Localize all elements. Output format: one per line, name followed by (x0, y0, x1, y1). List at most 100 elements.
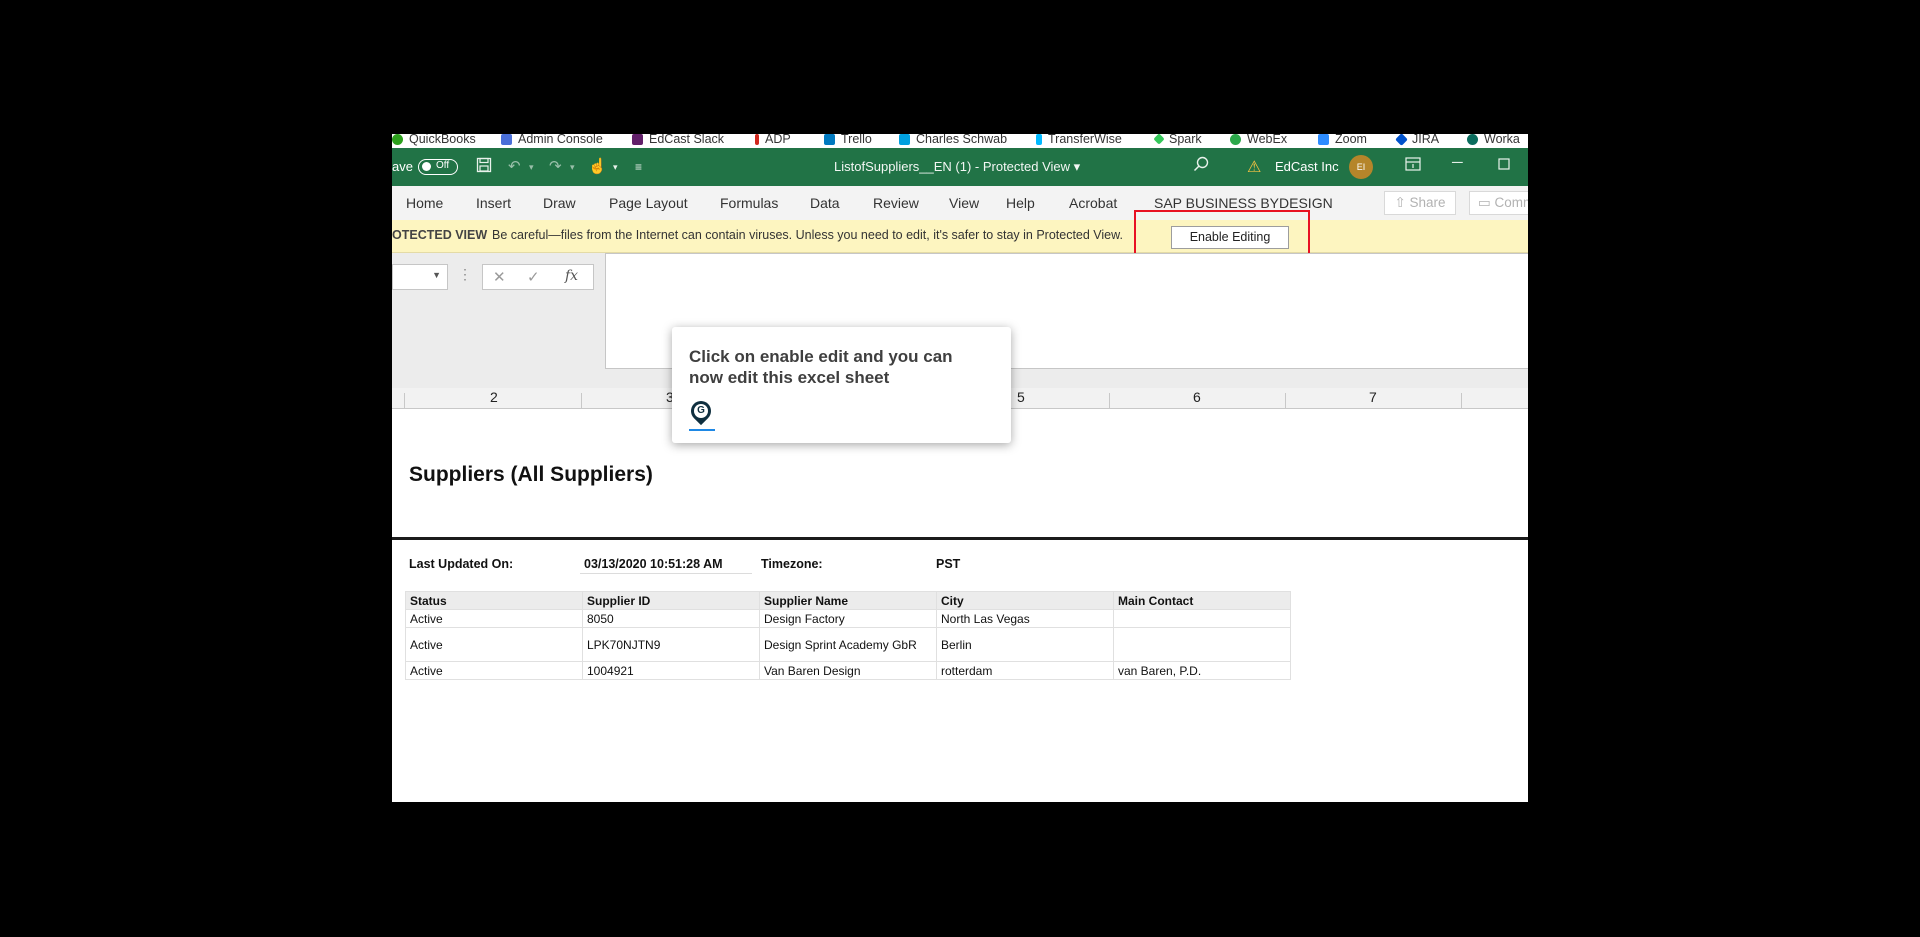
protected-view-bar: OTECTED VIEW Be careful—files from the I… (392, 220, 1528, 253)
name-box[interactable]: ▼ (392, 264, 448, 290)
search-icon[interactable] (1193, 156, 1209, 176)
bookmark-quickbooks[interactable]: QuickBooks (392, 134, 476, 146)
tab-home[interactable]: Home (406, 195, 443, 211)
ribbon-display-options-icon[interactable] (1405, 157, 1421, 175)
bookmark-webex[interactable]: WebEx (1230, 134, 1287, 146)
column-header-6[interactable]: 6 (1193, 389, 1201, 405)
customize-toolbar-icon[interactable]: ≡ (635, 160, 642, 174)
title-bar: ave Off ↶ ▾ ↷ ▾ ☝ ▾ ≡ ListofSuppliers__E… (392, 148, 1528, 186)
formula-actions: ✕ ✓ fx (482, 264, 594, 290)
undo-dropdown-icon[interactable]: ▾ (529, 162, 534, 173)
column-separator (1285, 393, 1286, 408)
timezone-label: Timezone: (761, 557, 823, 571)
header-supplier-name[interactable]: Supplier Name (759, 591, 937, 610)
chevron-down-icon[interactable]: ▼ (432, 270, 441, 280)
cell-city[interactable]: rotterdam (936, 661, 1114, 680)
touch-dropdown-icon[interactable]: ▾ (613, 162, 618, 173)
tab-data[interactable]: Data (810, 195, 840, 211)
column-separator (1109, 393, 1110, 408)
insert-function-icon[interactable]: fx (565, 268, 578, 284)
redo-dropdown-icon[interactable]: ▾ (570, 162, 575, 173)
last-updated-value: 03/13/2020 10:51:28 AM (584, 557, 723, 571)
header-supplier-id[interactable]: Supplier ID (582, 591, 760, 610)
timezone-value: PST (936, 557, 961, 571)
cell-main-contact[interactable]: van Baren, P.D. (1113, 661, 1291, 680)
undo-icon[interactable]: ↶ (508, 157, 521, 175)
tab-draw[interactable]: Draw (543, 195, 576, 211)
tab-help[interactable]: Help (1006, 195, 1035, 211)
protected-view-message: Be careful—files from the Internet can c… (492, 228, 1123, 242)
tab-acrobat[interactable]: Acrobat (1069, 195, 1117, 211)
cell-supplier-name[interactable]: Design Sprint Academy GbR (759, 627, 937, 662)
more-options-icon[interactable]: ⋮ (458, 266, 472, 283)
trello-icon (824, 134, 835, 145)
bookmark-admin-console[interactable]: Admin Console (501, 134, 603, 146)
touch-mode-icon[interactable]: ☝ (588, 157, 607, 175)
bookmark-workato[interactable]: Worka (1467, 134, 1520, 146)
tab-view[interactable]: View (949, 195, 979, 211)
table-row: Active 1004921 Van Baren Design rotterda… (405, 661, 1291, 680)
tab-insert[interactable]: Insert (476, 195, 511, 211)
cell-supplier-name[interactable]: Design Factory (759, 609, 937, 628)
bookmark-zoom[interactable]: Zoom (1318, 134, 1367, 146)
zoom-icon (1318, 134, 1329, 145)
save-icon[interactable] (476, 157, 492, 177)
column-separator (581, 393, 582, 408)
comments-button[interactable]: ▭ Comm (1469, 191, 1528, 215)
slack-icon (632, 134, 643, 145)
autosave-toggle[interactable]: Off (418, 159, 458, 175)
cell-status[interactable]: Active (405, 609, 583, 628)
cell-city[interactable]: North Las Vegas (936, 609, 1114, 628)
header-main-contact[interactable]: Main Contact (1113, 591, 1291, 610)
transferwise-icon (1036, 134, 1042, 145)
header-city[interactable]: City (936, 591, 1114, 610)
org-name: EdCast Inc (1275, 159, 1339, 174)
guide-logo-icon[interactable]: G (686, 396, 716, 426)
warning-icon: ⚠ (1247, 159, 1262, 176)
redo-icon[interactable]: ↷ (549, 157, 562, 175)
minimize-icon[interactable]: ─ (1452, 154, 1463, 171)
bookmark-trello[interactable]: Trello (824, 134, 872, 146)
spark-icon (1153, 134, 1165, 145)
tab-sap-business-bydesign[interactable]: SAP BUSINESS BYDESIGN (1154, 195, 1333, 211)
cell-status[interactable]: Active (405, 627, 583, 662)
share-icon: ⇧ (1394, 195, 1410, 210)
worksheet[interactable]: Suppliers (All Suppliers) Last Updated O… (392, 409, 1528, 802)
confirm-icon[interactable]: ✓ (527, 268, 540, 286)
column-header-5[interactable]: 5 (1017, 389, 1025, 405)
bookmark-transferwise[interactable]: TransferWise (1036, 134, 1122, 146)
tab-formulas[interactable]: Formulas (720, 195, 778, 211)
bookmark-jira[interactable]: JIRA (1395, 134, 1439, 146)
cell-main-contact[interactable] (1113, 627, 1291, 662)
cell-main-contact[interactable] (1113, 609, 1291, 628)
column-header-2[interactable]: 2 (490, 389, 498, 405)
cell-supplier-id[interactable]: LPK70NJTN9 (582, 627, 760, 662)
jira-icon (1395, 134, 1408, 146)
schwab-icon (899, 134, 910, 145)
cell-city[interactable]: Berlin (936, 627, 1114, 662)
cell-supplier-id[interactable]: 8050 (582, 609, 760, 628)
tab-review[interactable]: Review (873, 195, 919, 211)
quickbooks-icon (392, 134, 403, 145)
cell-supplier-id[interactable]: 1004921 (582, 661, 760, 680)
avatar[interactable]: EI (1349, 155, 1373, 179)
cancel-icon[interactable]: ✕ (493, 268, 506, 286)
table-row: Active LPK70NJTN9 Design Sprint Academy … (405, 627, 1291, 662)
header-status[interactable]: Status (405, 591, 583, 610)
bookmark-spark[interactable]: Spark (1153, 134, 1202, 146)
bookmark-charles-schwab[interactable]: Charles Schwab (899, 134, 1007, 146)
bookmark-edcast-slack[interactable]: EdCast Slack (632, 134, 724, 146)
column-separator (1461, 393, 1462, 408)
document-title[interactable]: ListofSuppliers__EN (1) - Protected View… (834, 159, 1080, 175)
bookmark-adp[interactable]: ADP (755, 134, 791, 146)
comment-icon: ▭ (1478, 195, 1495, 210)
cell-supplier-name[interactable]: Van Baren Design (759, 661, 937, 680)
share-button[interactable]: ⇧ Share (1384, 191, 1456, 215)
cell-status[interactable]: Active (405, 661, 583, 680)
column-header-7[interactable]: 7 (1369, 389, 1377, 405)
adp-icon (755, 134, 759, 145)
guide-tooltip: Click on enable edit and you can now edi… (672, 327, 1011, 443)
tab-page-layout[interactable]: Page Layout (609, 195, 688, 211)
sheet-title: Suppliers (All Suppliers) (409, 463, 653, 486)
maximize-icon[interactable] (1498, 157, 1510, 174)
